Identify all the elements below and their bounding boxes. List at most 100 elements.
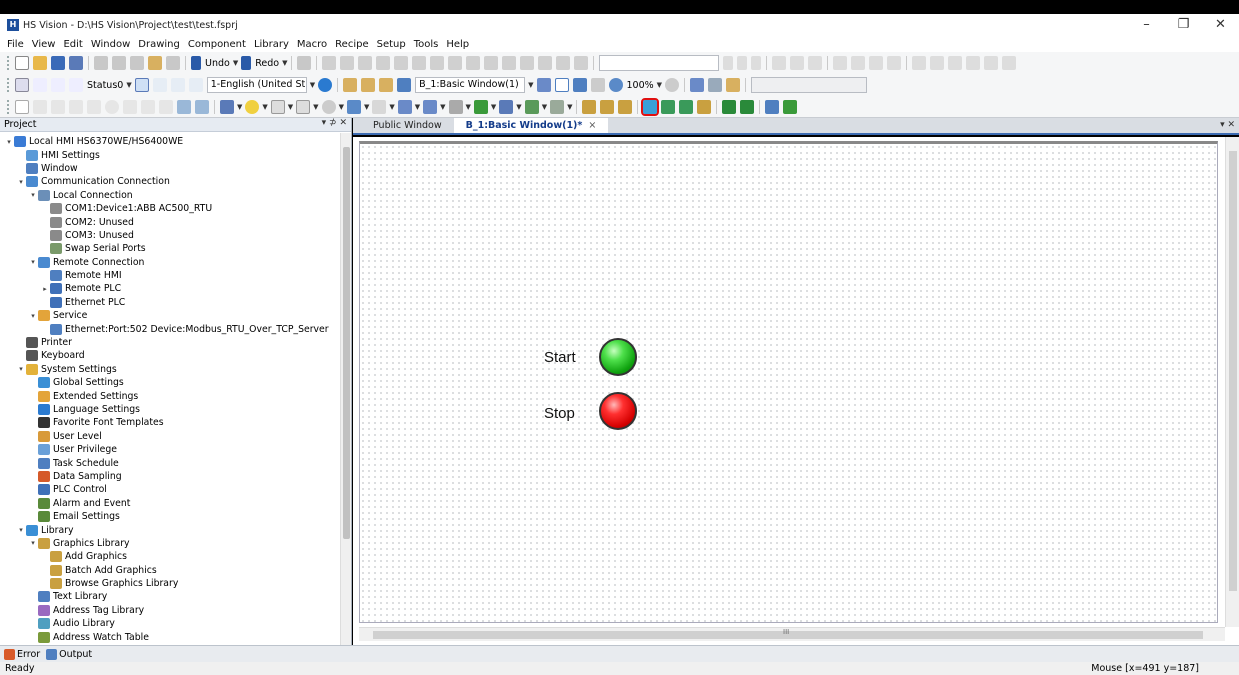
- upload-icon[interactable]: [661, 99, 676, 114]
- expander-icon[interactable]: ▾: [16, 526, 26, 534]
- start-lamp[interactable]: [599, 338, 637, 376]
- rectangle-icon[interactable]: [69, 99, 83, 114]
- tree-item[interactable]: ▾ Service: [0, 309, 340, 322]
- trend-icon[interactable]: [372, 99, 387, 114]
- toolbar-grip[interactable]: [7, 99, 10, 114]
- layer-l1-icon[interactable]: [134, 78, 149, 92]
- v-spacing-icon[interactable]: [502, 56, 517, 70]
- status-dropdown-icon[interactable]: ▼: [126, 81, 131, 89]
- menu-help[interactable]: Help: [446, 39, 469, 50]
- tab-error[interactable]: Error: [2, 648, 42, 660]
- compile-icon[interactable]: [582, 99, 597, 114]
- align-middle-icon[interactable]: [394, 56, 409, 70]
- menu-window[interactable]: Window: [91, 39, 130, 50]
- tree-item[interactable]: ▾ Local HMI HS6370WE/HS6400WE: [0, 135, 340, 148]
- move-component-icon[interactable]: [473, 99, 488, 114]
- window-fit-icon[interactable]: [572, 78, 587, 92]
- restore-button[interactable]: ❐: [1165, 14, 1202, 36]
- slider-dropdown-icon[interactable]: ▼: [415, 103, 420, 111]
- tree-item[interactable]: COM2: Unused: [0, 215, 340, 228]
- redo-button[interactable]: Redo: [255, 58, 279, 69]
- tree-item[interactable]: Task Schedule: [0, 456, 340, 469]
- expander-icon[interactable]: ▾: [28, 258, 38, 266]
- save-icon[interactable]: [51, 56, 65, 70]
- tree-item[interactable]: Window: [0, 162, 340, 175]
- stop-label[interactable]: Stop: [544, 405, 575, 422]
- text-size-down-icon[interactable]: [930, 56, 945, 70]
- text-effect-icon[interactable]: [984, 56, 999, 70]
- lamp-dropdown-icon[interactable]: ▼: [262, 103, 267, 111]
- compile-all-icon[interactable]: [600, 99, 615, 114]
- tree-item[interactable]: Ethernet:Port:502 Device:Modbus_RTU_Over…: [0, 322, 340, 335]
- picture-icon[interactable]: [177, 99, 191, 114]
- bar-graph-dropdown-icon[interactable]: ▼: [364, 103, 369, 111]
- zoom-in-tool-icon[interactable]: [833, 56, 848, 70]
- number-dropdown-icon[interactable]: ▼: [288, 103, 293, 111]
- bar-graph-icon[interactable]: [346, 99, 361, 114]
- panel-pin-close-icon[interactable]: ▾ ⊅ ✕: [322, 118, 347, 128]
- same-width-icon[interactable]: [430, 56, 445, 70]
- menu-macro[interactable]: Macro: [297, 39, 327, 50]
- clock-icon[interactable]: [321, 99, 336, 114]
- save-all-icon[interactable]: [69, 56, 83, 70]
- line-icon[interactable]: [33, 99, 47, 114]
- window-nav-icon[interactable]: [536, 78, 551, 92]
- state-s2-icon[interactable]: [51, 78, 65, 92]
- trend-dropdown-icon[interactable]: ▼: [389, 103, 394, 111]
- table-dropdown-icon[interactable]: ▼: [440, 103, 445, 111]
- menu-recipe[interactable]: Recipe: [335, 39, 368, 50]
- window-combo[interactable]: B_1:Basic Window(1): [415, 77, 526, 93]
- toolbar-grip[interactable]: [7, 56, 10, 70]
- window-property-icon[interactable]: [379, 78, 394, 92]
- tree-item[interactable]: Text Library: [0, 590, 340, 603]
- polyline-icon[interactable]: [51, 99, 65, 114]
- sector-icon[interactable]: [159, 99, 173, 114]
- tab-public-window[interactable]: Public Window: [361, 118, 454, 133]
- toolbar-grip[interactable]: [7, 78, 10, 92]
- window-dropdown-icon[interactable]: ▼: [528, 81, 533, 89]
- tree-item[interactable]: ▾ Communication Connection: [0, 175, 340, 188]
- tree-item[interactable]: ▸ Remote PLC: [0, 282, 340, 295]
- tab-output[interactable]: Output: [44, 648, 94, 660]
- snap-icon[interactable]: [708, 78, 723, 92]
- layer-l3-icon[interactable]: [170, 78, 185, 92]
- tree-item[interactable]: Browse Graphics Library: [0, 577, 340, 590]
- expander-icon[interactable]: ▾: [28, 312, 38, 320]
- pie-icon[interactable]: [141, 99, 155, 114]
- menu-drawing[interactable]: Drawing: [138, 39, 180, 50]
- text-align-center-icon[interactable]: [790, 56, 805, 70]
- align-left-icon[interactable]: [322, 56, 337, 70]
- tree-item[interactable]: Printer: [0, 336, 340, 349]
- tree-item[interactable]: HMI Settings: [0, 148, 340, 161]
- history-dropdown-icon[interactable]: ▼: [542, 103, 547, 111]
- run-online-icon[interactable]: [740, 99, 755, 114]
- text-fill-icon[interactable]: [1002, 56, 1017, 70]
- layer-l2-icon[interactable]: [152, 78, 167, 92]
- text-input-icon[interactable]: [296, 99, 311, 114]
- design-canvas[interactable]: Start Stop: [359, 141, 1218, 623]
- paste-special-icon[interactable]: [148, 56, 162, 70]
- run-icon[interactable]: [722, 99, 737, 114]
- zoom-value[interactable]: 100%: [627, 80, 654, 91]
- window-list-icon[interactable]: [343, 78, 358, 92]
- scrollbar-thumb[interactable]: [343, 147, 350, 539]
- tree-item[interactable]: Ethernet PLC: [0, 296, 340, 309]
- offline-sim-icon[interactable]: [618, 99, 633, 114]
- window-back-icon[interactable]: [590, 78, 605, 92]
- tree-item[interactable]: Batch Add Graphics: [0, 564, 340, 577]
- language-dropdown-icon[interactable]: ▼: [310, 81, 315, 89]
- bold-icon[interactable]: [723, 56, 734, 70]
- tree-item[interactable]: Extended Settings: [0, 389, 340, 402]
- expander-icon[interactable]: ▾: [16, 365, 26, 373]
- scrollbar-thumb[interactable]: [1229, 151, 1237, 591]
- tab-close-icon[interactable]: ×: [588, 120, 596, 131]
- scale-icon[interactable]: [195, 99, 209, 114]
- grid-icon[interactable]: [690, 78, 705, 92]
- language-icon[interactable]: [318, 78, 333, 92]
- arc-icon[interactable]: [123, 99, 137, 114]
- table-icon[interactable]: [423, 99, 438, 114]
- cut-icon[interactable]: [94, 56, 108, 70]
- download-icon[interactable]: [641, 97, 660, 116]
- redo-dropdown-icon[interactable]: ▼: [282, 59, 287, 67]
- select-area-icon[interactable]: [887, 56, 902, 70]
